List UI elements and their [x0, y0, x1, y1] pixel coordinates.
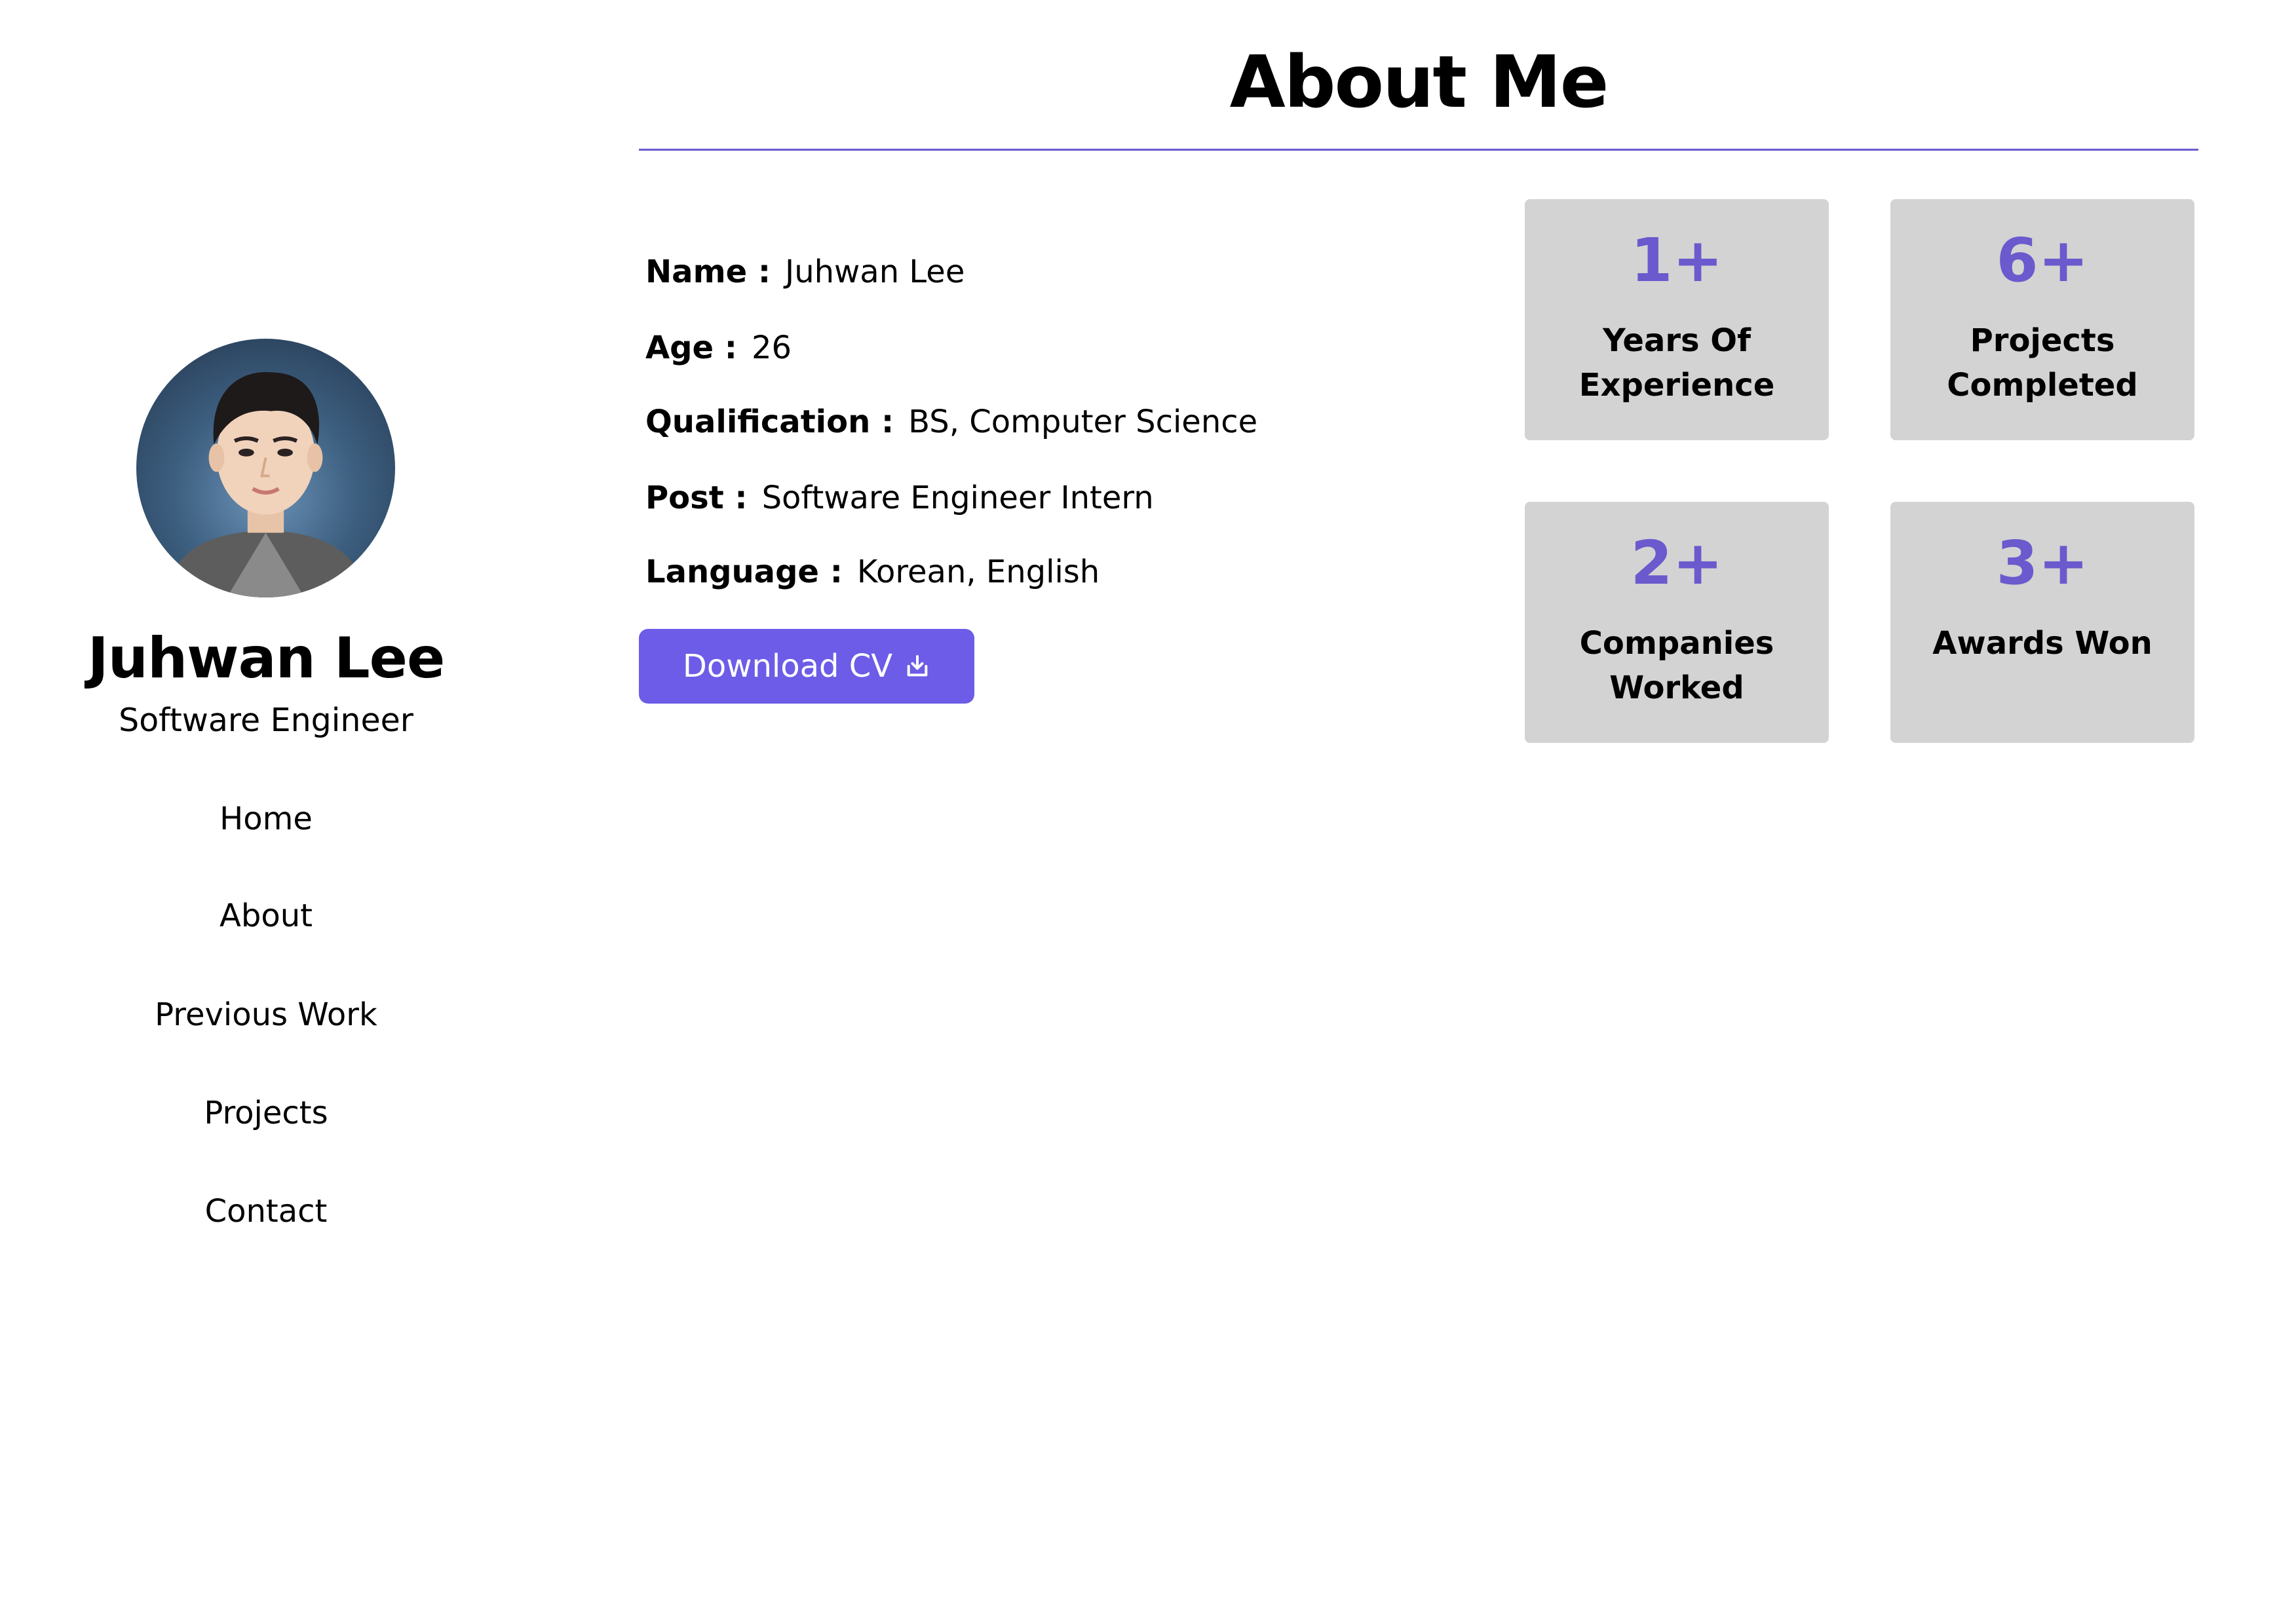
download-cv-button[interactable]: Download CV	[639, 629, 974, 704]
info-label: Qualification :	[645, 404, 894, 440]
info-row-qualification: Qualification : BS, Computer Science	[645, 402, 1257, 442]
info-label: Language :	[645, 554, 843, 590]
profile-name: Juhwan Lee	[87, 626, 446, 691]
info-value: Juhwan Lee	[785, 254, 965, 290]
nav-item-contact[interactable]: Contact	[0, 1192, 532, 1231]
stat-value: 1+	[1630, 225, 1723, 295]
profile-photo-icon	[162, 372, 370, 597]
stat-card-awards: 3+ Awards Won	[1890, 502, 2194, 743]
info-row-age: Age : 26	[645, 328, 792, 368]
stat-label: Years Of Experience	[1578, 322, 1775, 404]
stat-card-projects: 6+ Projects Completed	[1890, 199, 2194, 440]
nav-item-about[interactable]: About	[0, 896, 532, 935]
title-divider	[639, 149, 2198, 151]
profile-role: Software Engineer	[119, 702, 413, 739]
info-value: Software Engineer Intern	[761, 480, 1154, 516]
stat-card-companies: 2+ Companies Worked	[1525, 502, 1829, 743]
info-value: 26	[751, 330, 792, 366]
nav-item-previous-work[interactable]: Previous Work	[0, 995, 532, 1034]
stat-card-experience: 1+ Years Of Experience	[1525, 199, 1829, 440]
info-label: Post :	[645, 480, 748, 516]
info-row-name: Name : Juhwan Lee	[645, 252, 965, 292]
info-value: Korean, English	[856, 554, 1100, 590]
info-label: Name :	[645, 254, 771, 290]
sidebar: Juhwan Lee Software Engineer Home About …	[0, 0, 532, 1624]
info-row-language: Language : Korean, English	[645, 552, 1100, 592]
stat-value: 2+	[1630, 528, 1723, 598]
stat-label: Awards Won	[1932, 625, 2152, 662]
info-value: BS, Computer Science	[908, 404, 1258, 440]
info-row-post: Post : Software Engineer Intern	[645, 478, 1154, 518]
info-label: Age :	[645, 330, 737, 366]
stat-label: Companies Worked	[1579, 625, 1774, 706]
stat-label: Projects Completed	[1947, 322, 2138, 404]
nav-item-home[interactable]: Home	[0, 799, 532, 839]
nav-item-projects[interactable]: Projects	[0, 1093, 532, 1133]
download-icon	[907, 655, 928, 677]
stat-value: 6+	[1996, 225, 2089, 295]
page-title: About Me	[1229, 40, 1609, 124]
avatar	[136, 339, 395, 597]
stat-value: 3+	[1996, 528, 2089, 598]
download-cv-label: Download CV	[682, 648, 893, 685]
